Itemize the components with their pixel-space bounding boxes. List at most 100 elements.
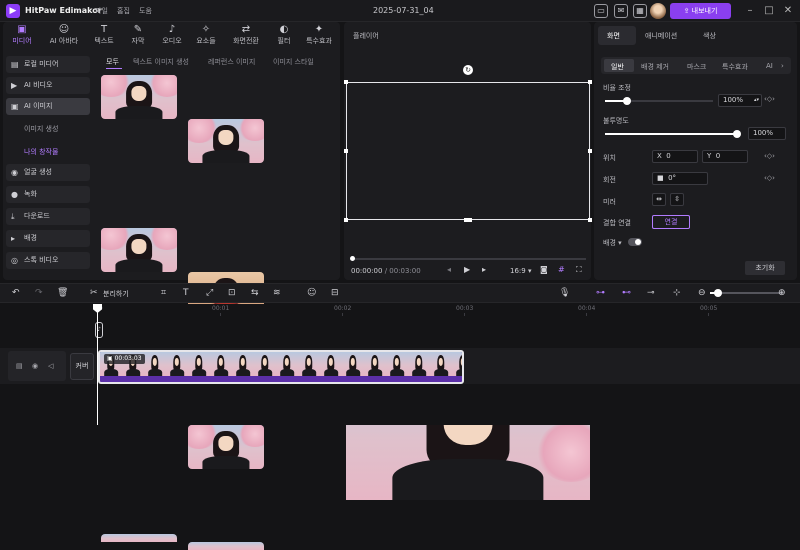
gift-icon[interactable]: ▦: [633, 4, 647, 18]
sidebar-item-stock-video[interactable]: ◎ 스톡 비디오: [6, 252, 90, 269]
resize-handle[interactable]: [344, 149, 348, 153]
tab-subtitle[interactable]: ✎ 자막: [122, 24, 154, 48]
link-clips-icon[interactable]: ⊶: [596, 287, 605, 299]
subtab-mask[interactable]: 마스크: [687, 62, 706, 72]
user-avatar[interactable]: [650, 3, 666, 19]
resize-handle[interactable]: [588, 218, 592, 222]
opacity-slider-knob[interactable]: [733, 130, 741, 138]
keyframe-icon[interactable]: ‹◇›: [764, 95, 775, 103]
position-x-input[interactable]: X 0: [652, 150, 698, 163]
sidebar-item-download[interactable]: ⤓ 다운로드: [6, 208, 90, 225]
keyframe-icon[interactable]: ‹◇›: [764, 152, 775, 160]
flip-horizontal-icon[interactable]: ⇹: [652, 193, 666, 206]
magnet-icon[interactable]: ⊷: [622, 287, 631, 299]
tab-animation[interactable]: 애니메이션: [645, 31, 677, 41]
scale-slider-knob[interactable]: [622, 97, 631, 105]
resize-icon[interactable]: ⊡: [228, 287, 236, 299]
redo-icon[interactable]: ↷: [35, 287, 43, 299]
message-icon[interactable]: ✉: [614, 4, 628, 18]
maximize-icon[interactable]: □: [763, 5, 775, 17]
tab-screen[interactable]: 화면: [607, 31, 620, 41]
content-tab-all[interactable]: 모두: [106, 57, 119, 67]
track-visibility-icon[interactable]: ◉: [32, 362, 38, 370]
tab-transitions[interactable]: ⇄ 화면전환: [226, 24, 266, 48]
position-y-input[interactable]: Y 0: [702, 150, 748, 163]
adjust-icon[interactable]: ≋: [273, 287, 281, 299]
media-thumbnail[interactable]: [101, 75, 177, 119]
content-tab-text-to-image[interactable]: 텍스트 이미지 생성: [133, 57, 189, 67]
sidebar-item-face-gen[interactable]: ◉ 얼굴 생성: [6, 164, 90, 181]
player-progress-knob[interactable]: [350, 256, 355, 261]
tab-elements[interactable]: ✧ 요소들: [190, 24, 222, 48]
menu-file[interactable]: 파일: [95, 6, 108, 16]
sidebar-item-ai-video[interactable]: ▶ AI 비디오: [6, 77, 90, 94]
transform-icon[interactable]: ⤢: [206, 287, 213, 299]
camera-icon[interactable]: ◙: [540, 265, 548, 274]
split-label[interactable]: 분리하기: [103, 289, 129, 299]
subtab-general[interactable]: 일반: [611, 62, 624, 72]
menu-edit[interactable]: 홈집: [117, 6, 130, 16]
playhead[interactable]: [97, 304, 98, 425]
track-lock-icon[interactable]: ▤: [16, 362, 23, 370]
tab-media[interactable]: ▣ 미디어: [6, 24, 38, 48]
tab-ai-avatar[interactable]: ☺ AI 아바타: [44, 24, 84, 48]
crop-icon[interactable]: ⌗: [161, 287, 166, 299]
rotate-icon[interactable]: ↻: [463, 65, 473, 75]
face-track-icon[interactable]: ☺: [307, 287, 316, 299]
next-frame-icon[interactable]: ▸: [482, 265, 486, 274]
subitem-my-creations[interactable]: 나의 창작물: [24, 147, 58, 157]
fit-icon[interactable]: ⊹: [673, 287, 681, 299]
track-mute-icon[interactable]: ◁: [48, 362, 53, 370]
zoom-slider-knob[interactable]: [714, 289, 722, 297]
resize-handle[interactable]: [344, 80, 348, 84]
flip-vertical-icon[interactable]: ⇳: [670, 193, 684, 206]
media-thumbnail[interactable]: [188, 425, 264, 469]
chevron-right-icon[interactable]: ›: [781, 62, 784, 70]
link-button[interactable]: 연결: [652, 215, 690, 229]
player-progress-bar[interactable]: [351, 258, 586, 260]
fullscreen-icon[interactable]: ⛶: [576, 265, 582, 275]
minimize-icon[interactable]: –: [744, 5, 756, 17]
scale-slider[interactable]: [605, 100, 713, 102]
background-toggle[interactable]: [628, 238, 642, 246]
media-thumbnail[interactable]: [101, 228, 177, 272]
close-icon[interactable]: ✕: [782, 5, 794, 17]
caption-icon[interactable]: ⊟: [331, 287, 339, 299]
resize-handle[interactable]: [464, 218, 472, 222]
undo-icon[interactable]: ↶: [12, 287, 20, 299]
delete-icon[interactable]: 🗑: [57, 287, 68, 299]
sidebar-item-record[interactable]: ● 녹화: [6, 186, 90, 203]
tab-color[interactable]: 색상: [703, 31, 716, 41]
media-thumbnail[interactable]: [188, 119, 264, 163]
microphone-icon[interactable]: 🎙: [559, 287, 570, 299]
subtab-ai[interactable]: AI: [766, 62, 773, 70]
subtab-effects[interactable]: 특수효과: [722, 62, 748, 72]
unlink-icon[interactable]: ⊸: [647, 287, 655, 299]
sidebar-item-ai-image[interactable]: ▣ AI 이미지: [6, 98, 90, 115]
opacity-slider[interactable]: [605, 133, 737, 135]
zoom-out-icon[interactable]: ⊖: [698, 287, 706, 299]
tab-filter[interactable]: ◐ 필터: [268, 24, 300, 48]
zoom-in-icon[interactable]: ⊕: [778, 287, 786, 299]
play-icon[interactable]: ▶: [464, 265, 470, 274]
rotate-input[interactable]: ■ 0°: [652, 172, 708, 185]
reset-button[interactable]: 초기화: [745, 261, 785, 275]
subtab-remove-bg[interactable]: 배경 제거: [641, 62, 669, 72]
scale-input[interactable]: 100% ▴▾: [718, 94, 762, 107]
selection-box[interactable]: [346, 82, 590, 220]
export-button[interactable]: ⇪ 내보내기: [670, 3, 731, 19]
menu-help[interactable]: 도움: [139, 6, 152, 16]
mirror-icon[interactable]: ⇆: [251, 287, 259, 299]
cover-button[interactable]: 커버: [70, 353, 94, 380]
prev-frame-icon[interactable]: ◂: [447, 265, 451, 274]
video-clip[interactable]: [98, 350, 464, 384]
sidebar-item-local-media[interactable]: ▤ 로컬 미디어: [6, 56, 90, 73]
tab-audio[interactable]: ♪ 오디오: [156, 24, 188, 48]
subitem-generate-image[interactable]: 이미지 생성: [24, 124, 58, 134]
aspect-ratio-select[interactable]: 16:9 ▾: [510, 267, 531, 275]
monitor-icon[interactable]: ▭: [594, 4, 608, 18]
resize-handle[interactable]: [588, 80, 592, 84]
media-thumbnail[interactable]: [101, 534, 177, 542]
tab-effects[interactable]: ✦ 특수효과: [300, 24, 338, 48]
content-tab-style[interactable]: 이미지 스타일: [273, 57, 314, 67]
